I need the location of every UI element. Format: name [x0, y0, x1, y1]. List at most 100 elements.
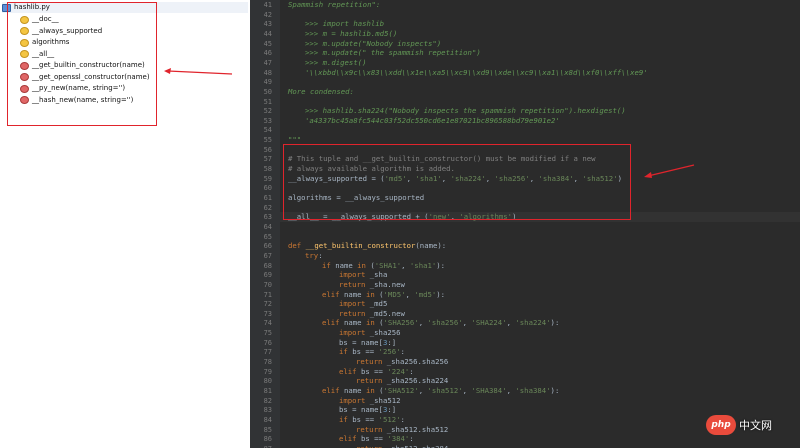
- code-token: 'sha384': [515, 386, 551, 395]
- line-number: 83: [263, 406, 272, 415]
- line-number: 68: [263, 261, 272, 270]
- structure-panel: hashlib.py __doc__ __always_supported algo…: [0, 0, 251, 448]
- code-line: return _sha512.sha512: [356, 425, 448, 435]
- line-number: 44: [263, 29, 272, 38]
- code-token: bs ==: [352, 414, 379, 424]
- code-line: More condensed:: [288, 87, 354, 97]
- code-token: return: [356, 444, 387, 448]
- code-token: :: [318, 250, 323, 260]
- code-token: 'sha512': [427, 386, 463, 395]
- line-number: 55: [263, 136, 272, 145]
- code-token: elif: [322, 386, 344, 395]
- code-token: name: [343, 386, 366, 395]
- code-line: import _sha256: [339, 328, 401, 338]
- code-line: import _md5: [339, 299, 387, 309]
- code-token: _sha256.sha224: [386, 376, 449, 386]
- code-line: return _md5.new: [339, 309, 405, 319]
- code-token: :: [400, 414, 405, 424]
- line-number: 60: [263, 184, 272, 193]
- code-line: elif name in ('SHA512', 'sha512', 'SHA38…: [322, 386, 559, 396]
- code-token: import: [339, 270, 370, 280]
- code-token: bs ==: [360, 366, 388, 376]
- code-line: if name in ('SHA1', 'sha1'):: [322, 261, 445, 271]
- code-token: 'a4337bc45a8fc544c03f52dc550cd6e1e87021b…: [305, 115, 560, 125]
- line-number: 82: [263, 396, 272, 405]
- code-token: ,: [401, 260, 410, 270]
- line-number: 47: [263, 58, 272, 67]
- code-line: return _sha256.sha224: [356, 376, 448, 386]
- code-token: '\\xbbd\\x9c\\x83\\xdd\\x1e\\xa5\\xc9\\x…: [305, 67, 648, 77]
- code-line: import _sha: [339, 270, 387, 280]
- code-token: return: [339, 279, 370, 289]
- code-token: _sha: [369, 270, 388, 280]
- code-token: _sha512.sha384: [387, 444, 449, 448]
- arrow-left-icon: [644, 164, 695, 178]
- code-token: elif: [339, 366, 361, 376]
- line-number: 81: [263, 387, 272, 395]
- code-token: """: [288, 135, 302, 145]
- code-token: '224': [387, 366, 410, 376]
- code-line: '\\xbbd\\x9c\\x83\\xdd\\x1e\\xa5\\xc9\\x…: [305, 68, 648, 78]
- code-token: _sha512.sha512: [386, 424, 449, 434]
- code-token: Spammish repetition":: [288, 0, 381, 9]
- code-line: return _sha512.sha384: [356, 444, 448, 448]
- code-line: return _sha256.sha256: [356, 357, 448, 367]
- line-number: 46: [263, 49, 272, 58]
- line-number: 80: [263, 377, 272, 386]
- code-token: >>> hashlib.sha224("Nobody inspects the …: [305, 106, 626, 116]
- line-number: 64: [263, 222, 272, 231]
- code-token: :: [409, 434, 414, 444]
- code-line: elif name in ('SHA256', 'sha256', 'SHA22…: [322, 318, 559, 328]
- code-token: bs = name[: [339, 337, 383, 347]
- highlight-box-code: [283, 144, 631, 220]
- code-token: _md5: [369, 299, 388, 309]
- code-token: bs ==: [360, 434, 388, 444]
- code-token: _sha512: [369, 395, 401, 405]
- code-token: in: [365, 289, 380, 299]
- code-token: ):: [436, 260, 446, 270]
- line-number: 45: [263, 39, 272, 48]
- code-line: >>> m.update("Nobody inspects"): [305, 39, 441, 49]
- line-number: 86: [263, 435, 272, 444]
- code-editor[interactable]: 41 42 43 44 45 46 47 48 49 50 51 52 53 54 55 56 57 58 59 60…: [250, 0, 800, 448]
- code-token: return: [339, 308, 370, 318]
- code-line: import _sha512: [339, 396, 401, 406]
- watermark-text: 中文网: [739, 419, 772, 432]
- code-token: >>> import hashlib: [305, 19, 385, 29]
- line-number: 65: [263, 232, 272, 241]
- code-token: >>> m.digest(): [305, 57, 367, 67]
- code-token: ):: [436, 289, 446, 299]
- code-token: elif: [322, 318, 344, 328]
- code-token: :]: [387, 405, 397, 415]
- code-token: import: [339, 299, 370, 309]
- line-number: 58: [263, 165, 272, 174]
- code-token: in: [365, 318, 380, 328]
- code-token: ):: [550, 318, 560, 328]
- code-line: >>> m.update(" the spammish repetition"): [305, 48, 481, 58]
- line-number: 57: [263, 155, 272, 164]
- line-number: 77: [263, 348, 272, 357]
- line-number: 59: [263, 174, 272, 183]
- line-number: 54: [263, 126, 272, 135]
- line-number: 76: [263, 338, 272, 347]
- code-token: return: [356, 357, 387, 367]
- code-token: bs ==: [352, 347, 379, 357]
- code-token: __get_builtin_constructor: [305, 241, 416, 251]
- code-token: More condensed:: [288, 86, 354, 96]
- line-number: 51: [263, 97, 272, 106]
- code-token: name: [335, 260, 358, 270]
- code-token: _md5.new: [369, 308, 405, 318]
- code-token: elif: [339, 434, 361, 444]
- code-line: 'a4337bc45a8fc544c03f52dc550cd6e1e87021b…: [305, 116, 560, 126]
- code-token: bs = name[: [339, 405, 383, 415]
- code-token: 'sha224': [515, 318, 551, 328]
- code-line: if bs == '256':: [339, 347, 405, 357]
- code-token: '512': [378, 414, 401, 424]
- code-token: 'SHA256': [383, 318, 419, 328]
- line-number: 72: [263, 300, 272, 309]
- code-line: bs = name[3:]: [339, 338, 396, 348]
- code-token: in: [365, 386, 380, 395]
- code-token: def: [288, 241, 306, 251]
- code-token: 'sha256': [427, 318, 463, 328]
- code-token: name: [343, 289, 366, 299]
